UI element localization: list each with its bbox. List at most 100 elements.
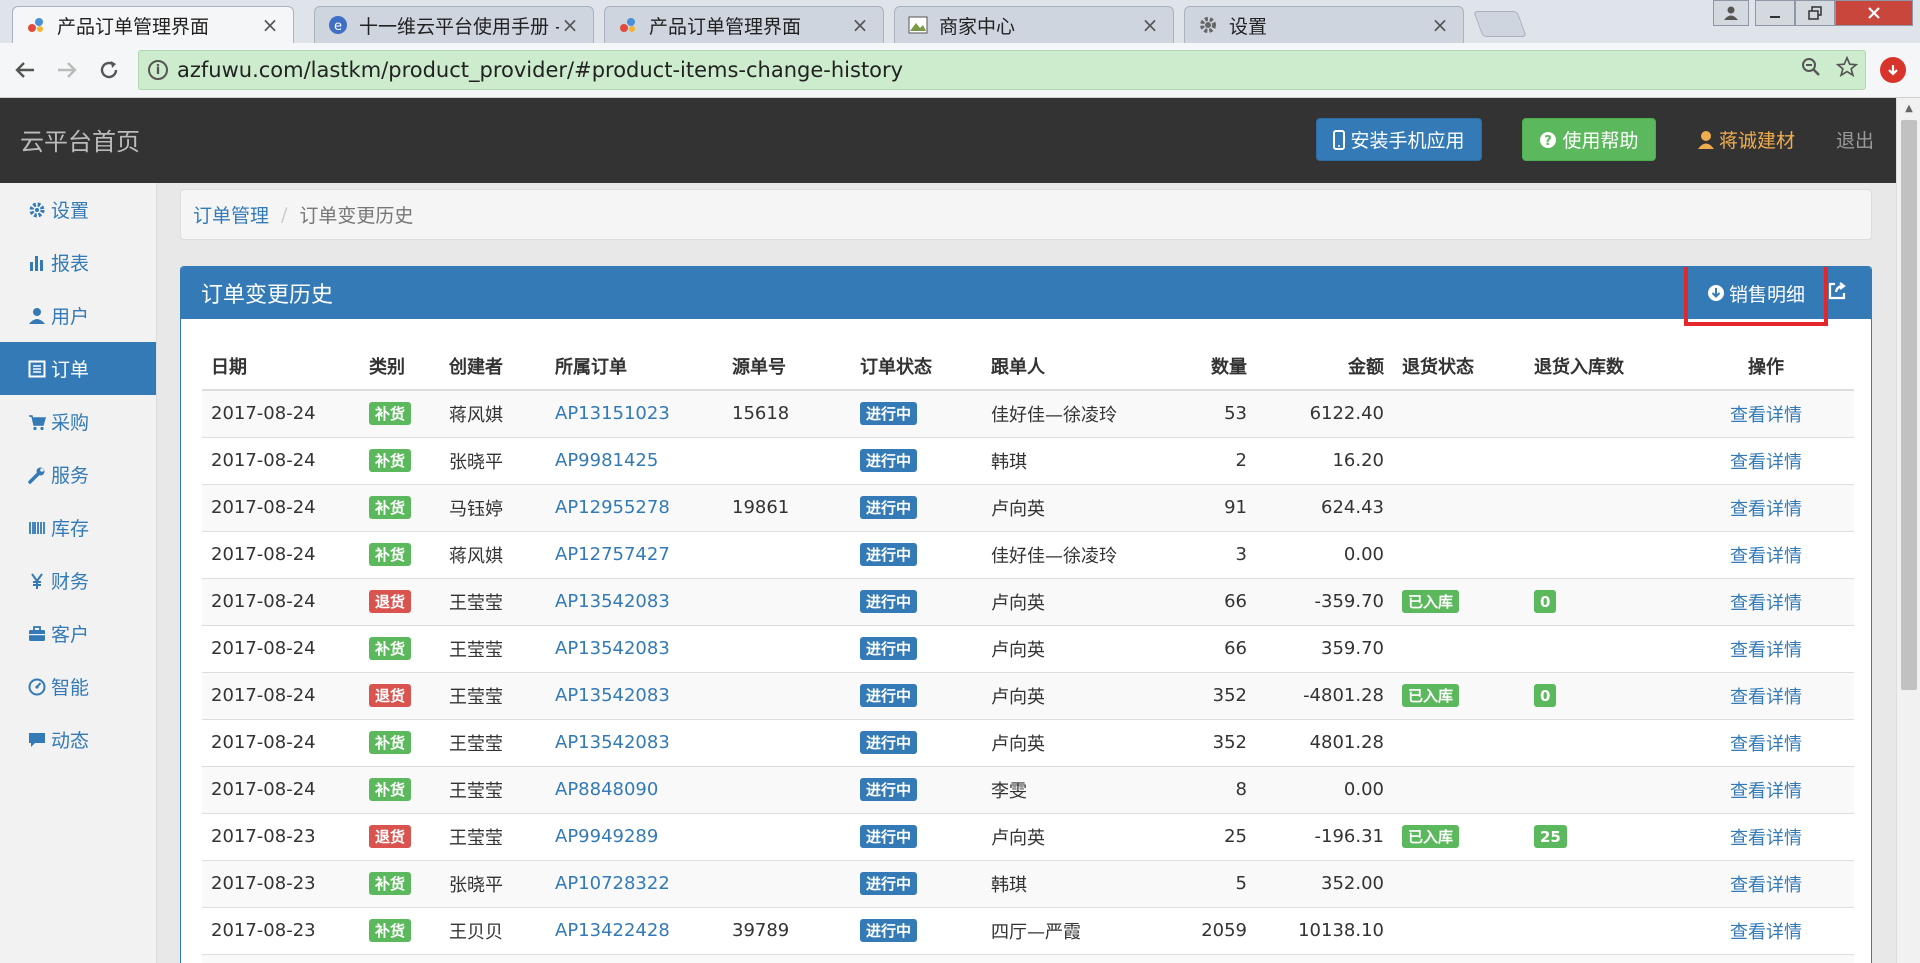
cell-action[interactable]: 查看详情	[1678, 577, 1854, 625]
forward-arrow-icon[interactable]	[52, 55, 82, 85]
browser-tab-5[interactable]: 设置 ×	[1184, 6, 1464, 43]
restore-icon[interactable]	[1795, 0, 1835, 26]
view-details-link[interactable]: 查看详情	[1730, 405, 1802, 426]
sidebar-item-service[interactable]: 服务	[0, 448, 156, 501]
sales-detail-button[interactable]: 销售明细	[1684, 267, 1828, 326]
bookmark-star-icon[interactable]	[1829, 55, 1865, 84]
sidebar-item-customers[interactable]: 客户	[0, 607, 156, 660]
new-tab-button[interactable]	[1473, 11, 1527, 37]
table-row: 2017-08-24 补货 张晓平 AP9981425 进行中 韩琪 2 16.20 查看详情	[202, 436, 1854, 484]
cell-action[interactable]: 查看详情	[1678, 859, 1854, 907]
gear-icon	[27, 201, 47, 219]
col-header-creator: 创建者	[440, 342, 546, 391]
cell-action[interactable]: 查看详情	[1678, 389, 1854, 437]
view-details-link[interactable]: 查看详情	[1730, 546, 1802, 567]
yen-icon	[27, 572, 47, 590]
zoom-icon[interactable]	[1793, 57, 1829, 83]
order-link[interactable]: AP10728322	[555, 873, 670, 894]
cell-action[interactable]: 查看详情	[1678, 671, 1854, 719]
back-arrow-icon[interactable]	[10, 55, 40, 85]
sidebar-item-smart[interactable]: 智能	[0, 660, 156, 713]
cell-action[interactable]: 查看详情	[1678, 718, 1854, 766]
cell-action[interactable]: 查看详情	[1678, 812, 1854, 860]
view-details-link[interactable]: 查看详情	[1730, 499, 1802, 520]
breadcrumb-order-management[interactable]: 订单管理	[193, 201, 269, 228]
tab-close-icon[interactable]: ×	[1139, 13, 1161, 37]
user-menu[interactable]: 蒋诚建材	[1697, 126, 1795, 153]
table-row: 2017-08-24 退货 王莹莹 AP13542083 进行中 卢向英 66 -359.70…	[202, 577, 1854, 625]
view-details-link[interactable]: 查看详情	[1730, 452, 1802, 473]
order-link[interactable]: AP13542083	[555, 732, 670, 753]
order-link[interactable]: AP13422428	[555, 920, 670, 941]
view-details-link[interactable]: 查看详情	[1730, 640, 1802, 661]
brand-link[interactable]: 云平台首页	[20, 122, 140, 157]
view-details-link[interactable]: 查看详情	[1730, 781, 1802, 802]
order-link[interactable]: AP12955278	[555, 497, 670, 518]
cell-creator: 蒋风娸	[440, 389, 546, 437]
install-app-button[interactable]: 安装手机应用	[1316, 118, 1482, 161]
cell-source	[723, 530, 851, 578]
sidebar-item-settings[interactable]: 设置	[0, 183, 156, 236]
sidebar-item-inventory[interactable]: 库存	[0, 501, 156, 554]
logout-link[interactable]: 退出	[1836, 126, 1874, 153]
cell-action[interactable]: 查看详情	[1678, 436, 1854, 484]
sidebar-item-activity[interactable]: 动态	[0, 713, 156, 766]
sidebar-item-users[interactable]: 用户	[0, 289, 156, 342]
site-info-icon[interactable]: i	[139, 60, 177, 80]
minimize-icon[interactable]	[1755, 0, 1795, 26]
dashboard-icon	[27, 678, 47, 696]
tab-close-icon[interactable]: ×	[849, 13, 871, 37]
view-details-link[interactable]: 查看详情	[1730, 687, 1802, 708]
extension-icon[interactable]	[1880, 57, 1906, 83]
page-scrollbar[interactable]: ▲	[1896, 98, 1920, 963]
tab-close-icon[interactable]: ×	[559, 13, 581, 37]
view-details-link[interactable]: 查看详情	[1730, 922, 1802, 943]
cell-action[interactable]: 查看详情	[1678, 624, 1854, 672]
browser-tab-1[interactable]: 产品订单管理界面 ×	[12, 6, 294, 43]
cell-return-status: 已入库	[1393, 671, 1525, 719]
view-details-link[interactable]: 查看详情	[1730, 875, 1802, 896]
order-link[interactable]: AP13542083	[555, 591, 670, 612]
col-header-action: 操作	[1678, 342, 1854, 391]
window-close-icon[interactable]	[1835, 0, 1913, 26]
export-icon[interactable]	[1827, 281, 1847, 301]
order-link[interactable]: AP12757427	[555, 544, 670, 565]
view-details-link[interactable]: 查看详情	[1730, 593, 1802, 614]
cell-action[interactable]: 查看详情	[1678, 483, 1854, 531]
cell-amount: 4801.28	[1256, 718, 1393, 766]
cell-creator: 张晓平	[440, 859, 546, 907]
browser-tab-4[interactable]: 商家中心 ×	[894, 6, 1174, 43]
order-link[interactable]: AP8848090	[555, 779, 658, 800]
tab-close-icon[interactable]: ×	[1429, 13, 1451, 37]
order-link[interactable]: AP13151023	[555, 403, 670, 424]
reload-icon[interactable]	[94, 55, 124, 85]
order-link[interactable]: AP13542083	[555, 638, 670, 659]
cell-qty: 66	[1166, 624, 1256, 672]
order-link[interactable]: AP13542083	[555, 685, 670, 706]
browser-tab-3[interactable]: 产品订单管理界面 ×	[604, 6, 884, 43]
sidebar-item-purchase[interactable]: 采购	[0, 395, 156, 448]
view-details-link[interactable]: 查看详情	[1730, 828, 1802, 849]
url-text[interactable]: azfuwu.com/lastkm/product_provider/#prod…	[177, 58, 1793, 82]
browser-tab-2[interactable]: e 十一维云平台使用手册 - ×	[314, 6, 594, 43]
cell-action[interactable]: 查看详情	[1678, 765, 1854, 813]
help-button[interactable]: ? 使用帮助	[1522, 118, 1656, 161]
sidebar-item-reports[interactable]: 报表	[0, 236, 156, 289]
cell-action[interactable]: 查看详情	[1678, 530, 1854, 578]
order-link[interactable]: AP9981425	[555, 450, 658, 471]
address-bar[interactable]: i azfuwu.com/lastkm/product_provider/#pr…	[138, 50, 1866, 90]
sidebar-item-finance[interactable]: 财务	[0, 554, 156, 607]
order-link[interactable]: AP9949289	[555, 826, 658, 847]
scroll-up-arrow-icon[interactable]: ▲	[1897, 98, 1920, 118]
profile-icon[interactable]	[1713, 0, 1749, 26]
tab-close-icon[interactable]: ×	[259, 13, 281, 37]
scroll-thumb[interactable]	[1901, 120, 1917, 690]
cell-return-qty	[1525, 859, 1678, 907]
view-details-link[interactable]: 查看详情	[1730, 734, 1802, 755]
sidebar-item-orders[interactable]: 订单	[0, 342, 156, 395]
cell-amount	[1256, 953, 1393, 963]
col-header-status: 订单状态	[851, 342, 982, 391]
cell-type: 补货	[360, 389, 440, 437]
cell-action[interactable]: 查看详情	[1678, 906, 1854, 954]
cell-follower: 卢向英	[982, 671, 1166, 719]
